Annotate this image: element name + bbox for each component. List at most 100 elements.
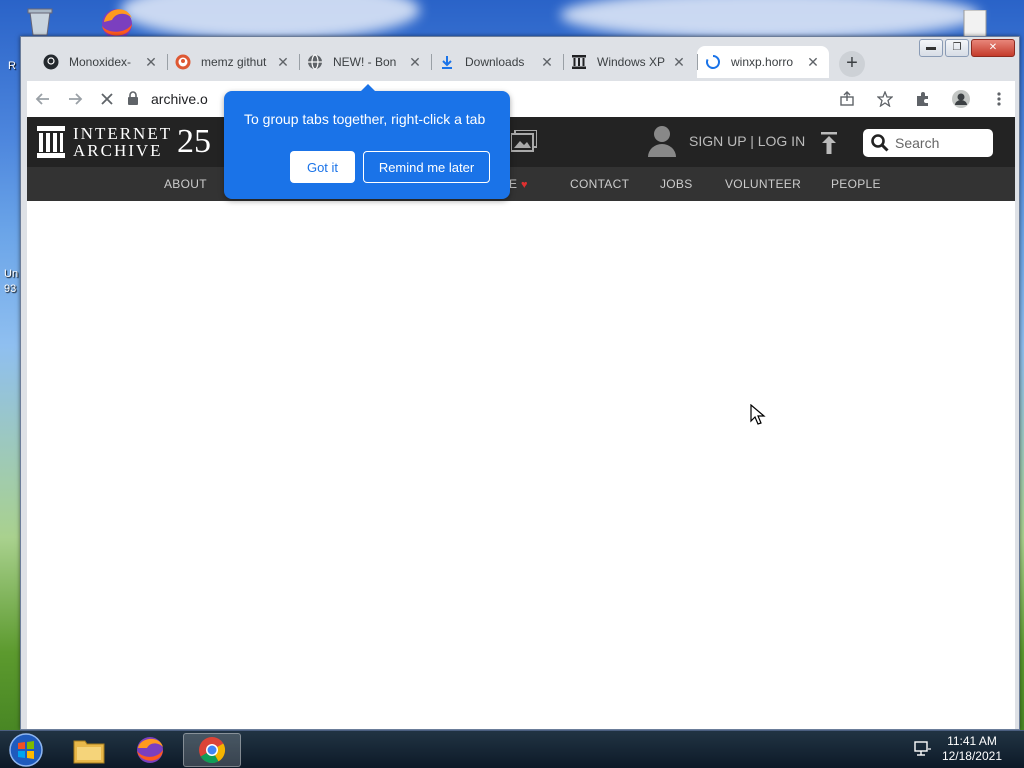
firefox-icon: [137, 737, 163, 763]
chrome-icon: [199, 737, 226, 764]
site-nav: ABOUT E ♥ CONTACT JOBS VOLUNTEER PEOPLE: [27, 167, 1015, 201]
browser-toolbar: archive.o: [27, 81, 1015, 117]
start-button[interactable]: [6, 732, 46, 768]
tab-title: memz githut: [201, 55, 267, 69]
promo-message: To group tabs together, right-click a ta…: [244, 111, 486, 127]
remind-later-button[interactable]: Remind me later: [363, 151, 490, 183]
windows-logo-icon: [9, 733, 43, 767]
tab-strip: Monoxidex- ✕ memz githut ✕ NEW! - Bon ✕ …: [21, 37, 1019, 81]
forward-button[interactable]: [59, 83, 91, 115]
network-icon[interactable]: [914, 740, 932, 763]
tab-title: winxp.horro: [731, 55, 794, 69]
tab-title: Windows XP: [597, 55, 666, 69]
close-window-button[interactable]: ✕: [971, 39, 1015, 57]
browser-window: Monoxidex- ✕ memz githut ✕ NEW! - Bon ✕ …: [20, 36, 1020, 730]
desktop-cloud: [560, 0, 980, 40]
tab-groups-promo: To group tabs together, right-click a ta…: [224, 84, 510, 199]
firefox-desktop-icon[interactable]: [96, 4, 132, 40]
toolbar-actions: [831, 83, 1015, 115]
archive-icon: [571, 54, 587, 70]
nav-donate[interactable]: E ♥: [509, 177, 528, 191]
tab-downloads[interactable]: Downloads ✕: [431, 46, 563, 78]
nav-jobs[interactable]: JOBS: [660, 177, 693, 191]
tab-close-icon[interactable]: ✕: [539, 54, 555, 71]
signup-login-link[interactable]: SIGN UP | LOG IN: [689, 133, 805, 149]
site-logo[interactable]: INTERNET ARCHIVE: [37, 125, 172, 159]
globe-icon: [307, 54, 323, 70]
share-button[interactable]: [831, 83, 863, 115]
profile-avatar-icon: [952, 90, 970, 108]
address-bar[interactable]: archive.o: [127, 85, 208, 113]
site-header: INTERNET ARCHIVE 25 SIGN UP | LOG IN: [27, 117, 1015, 167]
clock-time: 11:41 AM: [947, 734, 997, 748]
address-text: archive.o: [151, 91, 208, 107]
nav-volunteer[interactable]: VOLUNTEER: [725, 177, 801, 191]
share-icon: [840, 91, 854, 106]
desktop-label: Un: [4, 268, 19, 280]
tab-globe[interactable]: NEW! - Bon ✕: [299, 46, 431, 78]
forward-arrow-icon: [69, 93, 83, 105]
logo-text-internet: INTERNET: [73, 124, 173, 143]
desktop-cloud: [120, 0, 420, 40]
maximize-button[interactable]: ❐: [945, 39, 969, 57]
anniversary-logo: 25: [177, 123, 211, 160]
search-icon: [871, 134, 889, 152]
back-arrow-icon: [35, 93, 49, 105]
account-area: SIGN UP | LOG IN: [647, 125, 805, 157]
star-icon: [877, 91, 893, 107]
bookmark-button[interactable]: [869, 83, 901, 115]
back-button[interactable]: [27, 83, 59, 115]
chrome-taskbar-button[interactable]: [183, 733, 241, 767]
window-controls: ▬ ❐ ✕: [919, 39, 1015, 57]
got-it-button[interactable]: Got it: [290, 151, 355, 183]
archive-building-icon: [37, 126, 65, 158]
taskbar: 11:41 AM 12/18/2021: [0, 730, 1024, 768]
web-page: INTERNET ARCHIVE 25 SIGN UP | LOG IN ABO…: [27, 117, 1015, 729]
three-dots-icon: [997, 92, 1001, 106]
tab-duckduckgo[interactable]: memz githut ✕: [167, 46, 299, 78]
github-icon: [43, 54, 59, 70]
tab-archive[interactable]: Windows XP ✕: [563, 46, 695, 78]
tab-winxp-active[interactable]: winxp.horro ✕: [697, 46, 829, 78]
nav-people[interactable]: PEOPLE: [831, 177, 881, 191]
mouse-cursor-icon: [750, 403, 766, 431]
new-tab-button[interactable]: +: [839, 51, 865, 77]
tab-close-icon[interactable]: ✕: [805, 54, 821, 71]
search-input[interactable]: [895, 135, 991, 151]
desktop-label: 93: [4, 283, 17, 295]
tab-github[interactable]: Monoxidex- ✕: [35, 46, 167, 78]
loading-spinner-icon: [705, 54, 721, 70]
stop-icon: [101, 93, 113, 105]
puzzle-icon: [917, 92, 928, 106]
lock-icon: [127, 90, 143, 108]
heart-icon: ♥: [520, 179, 528, 191]
folder-icon: [73, 740, 105, 764]
nav-contact[interactable]: CONTACT: [570, 177, 629, 191]
images-media-icon[interactable]: [510, 129, 538, 157]
download-icon: [439, 54, 455, 70]
extensions-button[interactable]: [907, 83, 939, 115]
logo-text-archive: ARCHIVE: [73, 141, 163, 160]
nav-donate-label: E: [509, 177, 518, 191]
firefox-taskbar-button[interactable]: [121, 733, 179, 767]
tab-close-icon[interactable]: ✕: [671, 54, 687, 71]
stop-loading-button[interactable]: [91, 83, 123, 115]
tab-title: Downloads: [465, 55, 525, 69]
tab-close-icon[interactable]: ✕: [143, 54, 159, 71]
clock-date: 12/18/2021: [941, 749, 1002, 763]
site-search: [863, 129, 993, 157]
profile-button[interactable]: [945, 83, 977, 115]
duckduckgo-icon: [175, 54, 191, 70]
system-clock[interactable]: 11:41 AM 12/18/2021: [942, 734, 1002, 764]
tab-close-icon[interactable]: ✕: [407, 54, 423, 71]
explorer-taskbar-button[interactable]: [60, 733, 118, 767]
upload-button[interactable]: [819, 132, 839, 159]
minimize-button[interactable]: ▬: [919, 39, 943, 57]
user-silhouette-icon: [648, 126, 676, 157]
recycle-bin-icon[interactable]: [22, 4, 58, 40]
tab-close-icon[interactable]: ✕: [275, 54, 291, 71]
nav-about[interactable]: ABOUT: [164, 177, 207, 191]
tab-title: Monoxidex-: [69, 55, 132, 69]
tab-title: NEW! - Bon: [333, 55, 397, 69]
browser-menu-button[interactable]: [983, 83, 1015, 115]
